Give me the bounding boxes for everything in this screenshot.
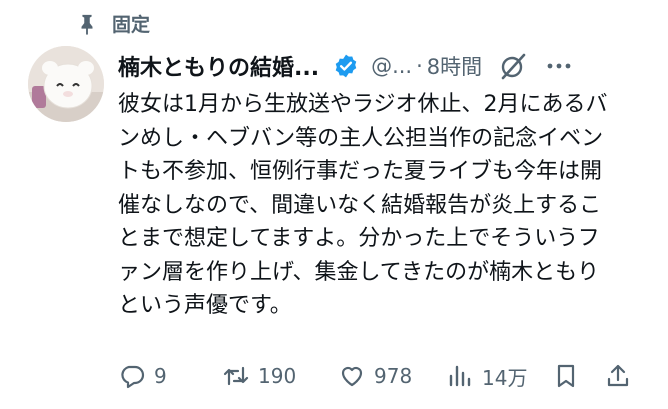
avatar[interactable] bbox=[28, 46, 104, 122]
grok-icon[interactable] bbox=[498, 51, 528, 81]
verified-badge-icon bbox=[335, 54, 357, 78]
author-display-name[interactable]: 楠木ともりの結婚... bbox=[118, 50, 319, 82]
tweet-text: 彼女は1月から生放送やラジオ休止、2月にあるバンめし・ヘブバン等の主人公担当作の… bbox=[118, 92, 608, 318]
like-button[interactable]: 978 bbox=[338, 358, 412, 394]
more-icon[interactable] bbox=[544, 51, 574, 81]
like-icon bbox=[341, 366, 363, 387]
views-icon bbox=[449, 365, 471, 387]
tweet-header: 楠木ともりの結婚... @... · 8時間 bbox=[118, 48, 648, 84]
bookmark-button[interactable] bbox=[552, 358, 580, 394]
header-separator: · bbox=[416, 54, 423, 78]
share-button[interactable] bbox=[604, 358, 632, 394]
retweet-icon bbox=[223, 366, 249, 386]
share-icon bbox=[607, 364, 629, 387]
pinned-indicator: 固定 bbox=[76, 10, 150, 37]
like-count: 978 bbox=[374, 364, 413, 388]
bookmark-icon bbox=[557, 364, 575, 388]
pinned-label: 固定 bbox=[112, 14, 151, 36]
views-button[interactable]: 14万 bbox=[446, 358, 527, 394]
reply-icon bbox=[121, 365, 145, 389]
reply-count: 9 bbox=[154, 364, 167, 388]
views-count: 14万 bbox=[482, 365, 528, 390]
reply-button[interactable]: 9 bbox=[118, 358, 167, 394]
avatar-image bbox=[28, 46, 104, 122]
retweet-button[interactable]: 190 bbox=[222, 358, 296, 394]
author-handle[interactable]: @... bbox=[371, 54, 412, 78]
pin-icon bbox=[81, 14, 93, 35]
tweet-actions: 9 190 978 14万 bbox=[118, 358, 638, 394]
retweet-count: 190 bbox=[258, 364, 297, 388]
tweet-timestamp[interactable]: 8時間 bbox=[427, 51, 482, 81]
